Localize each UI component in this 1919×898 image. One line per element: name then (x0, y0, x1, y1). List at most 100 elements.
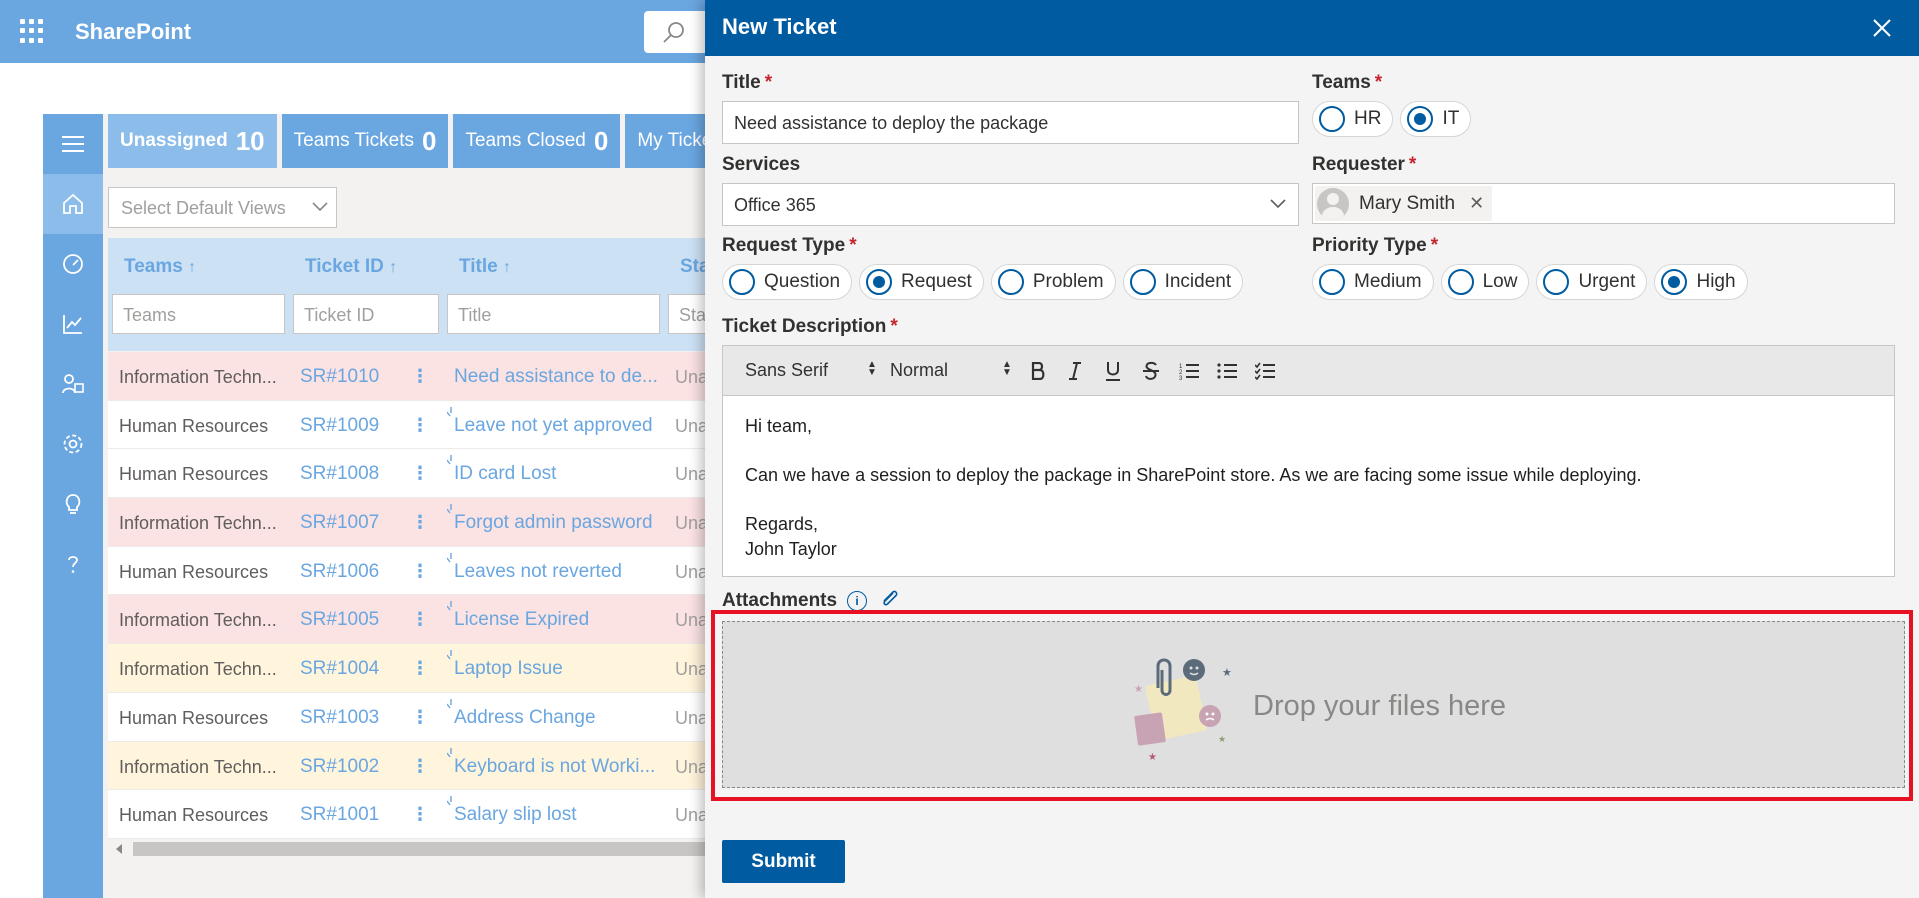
app-launcher-icon[interactable] (20, 19, 44, 43)
table-row[interactable]: Information Techn... SR#1005 ⋮ License Expi… (108, 595, 723, 645)
ticket-id-link[interactable]: SR#1007 (300, 512, 379, 534)
ticket-id-link[interactable]: SR#1009 (300, 415, 379, 437)
nav-ideas[interactable] (43, 474, 103, 534)
tab-unassigned[interactable]: Unassigned 10 (108, 114, 277, 168)
underline-button[interactable] (1099, 358, 1127, 384)
bold-button[interactable] (1024, 358, 1052, 384)
nav-reports[interactable] (43, 294, 103, 354)
table-row[interactable]: Human Resources SR#1006 ⋮ Leaves not revert… (108, 546, 723, 596)
priority-type-radio-group: Medium Low Urgent High (1312, 264, 1748, 300)
ticket-title-link[interactable]: Leave not yet approved (454, 415, 653, 437)
info-icon[interactable]: i (847, 591, 868, 611)
checklist-icon (1255, 362, 1275, 380)
ticket-title-link[interactable]: Keyboard is not Worki... (454, 756, 655, 778)
strikethrough-button[interactable] (1137, 358, 1165, 384)
ticket-title-link[interactable]: Forgot admin password (454, 512, 653, 534)
column-header-title[interactable]: Title ↑ (459, 256, 511, 278)
default-views-select[interactable]: Select Default Views (108, 187, 337, 228)
ticket-id-link[interactable]: SR#1008 (300, 463, 379, 485)
radio-incident[interactable]: Incident (1122, 264, 1244, 300)
table-row[interactable]: Human Resources SR#1003 ⋮ Address Change Una (108, 692, 723, 742)
ticket-id-link[interactable]: SR#1001 (300, 804, 379, 826)
table-row[interactable]: Human Resources SR#1008 ⋮ ID card Lost Una (108, 449, 723, 499)
more-options-icon[interactable]: ⋮ (411, 415, 429, 436)
ticket-id-link[interactable]: SR#1010 (300, 366, 379, 388)
close-button[interactable] (1866, 12, 1898, 44)
home-icon (63, 193, 83, 214)
filter-title-input[interactable]: Title (447, 294, 660, 334)
nav-settings[interactable] (43, 414, 103, 474)
tab-teams-closed[interactable]: Teams Closed 0 (453, 114, 621, 168)
font-family-select[interactable]: Sans Serif ▲ ▼ (745, 360, 877, 381)
tab-teams-tickets[interactable]: Teams Tickets 0 (281, 114, 449, 168)
italic-button[interactable] (1061, 358, 1089, 384)
column-header-ticket-id[interactable]: Ticket ID ↑ (305, 256, 397, 278)
ordered-list-button[interactable]: 123 (1175, 358, 1203, 384)
table-row[interactable]: Human Resources SR#1009 ⋮ Leave not yet app… (108, 400, 723, 450)
filter-ticket-id-input[interactable]: Ticket ID (293, 294, 439, 334)
ticket-id-link[interactable]: SR#1002 (300, 756, 379, 778)
radio-it[interactable]: IT (1400, 101, 1472, 137)
cell-status: Una (675, 610, 709, 631)
ticket-id-link[interactable]: SR#1004 (300, 658, 379, 680)
ticket-title-link[interactable]: Need assistance to de... (454, 366, 658, 388)
file-dropzone[interactable]: ★ ★ ★ ★ Drop your files here (722, 621, 1905, 788)
services-select[interactable]: Office 365 (722, 183, 1299, 226)
more-options-icon[interactable]: ⋮ (411, 609, 429, 630)
table-row[interactable]: Human Resources SR#1001 ⋮ Salary slip lost U… (108, 790, 723, 839)
title-input[interactable]: Need assistance to deploy the package (722, 101, 1299, 144)
more-options-icon[interactable]: ⋮ (411, 658, 429, 679)
column-header-teams[interactable]: Teams ↑ (124, 256, 196, 278)
radio-urgent[interactable]: Urgent (1536, 264, 1648, 300)
table-row[interactable]: Information Techn... SR#1007 ⋮ Forgot admin… (108, 498, 723, 547)
radio-low[interactable]: Low (1440, 264, 1530, 300)
table-row[interactable]: Information Techn... SR#1010 ⋮ Need assista… (108, 352, 723, 401)
scrollbar-thumb[interactable] (133, 842, 723, 856)
ticket-id-link[interactable]: SR#1006 (300, 561, 379, 583)
ticket-title-link[interactable]: ID card Lost (454, 463, 556, 485)
ticket-title-link[interactable]: Leaves not reverted (454, 561, 622, 583)
more-options-icon[interactable]: ⋮ (411, 366, 429, 387)
more-options-icon[interactable]: ⋮ (411, 561, 429, 582)
filter-teams-input[interactable]: Teams (112, 294, 285, 334)
checklist-button[interactable] (1251, 358, 1279, 384)
radio-hr[interactable]: HR (1312, 101, 1394, 137)
radio-request[interactable]: Request (859, 264, 984, 300)
brand-name[interactable]: SharePoint (75, 19, 191, 45)
radio-problem[interactable]: Problem (990, 264, 1116, 300)
nav-people[interactable] (43, 354, 103, 414)
description-textarea[interactable]: Hi team, Can we have a session to deploy … (745, 414, 1865, 561)
scroll-left-icon[interactable] (116, 844, 122, 854)
font-size-select[interactable]: Normal ▲ ▼ (890, 360, 1012, 381)
radio-question[interactable]: Question (722, 264, 853, 300)
table-row[interactable]: Information Techn... SR#1002 ⋮ Keyboard is … (108, 741, 723, 791)
horizontal-scrollbar[interactable] (108, 840, 723, 858)
more-options-icon[interactable]: ⋮ (411, 707, 429, 728)
radio-high[interactable]: High (1654, 264, 1748, 300)
nav-home[interactable] (43, 174, 103, 234)
nav-dashboard[interactable] (43, 234, 103, 294)
menu-button[interactable] (43, 114, 103, 174)
title-label: Title * (722, 72, 773, 93)
more-options-icon[interactable]: ⋮ (411, 756, 429, 777)
requester-people-picker[interactable]: Mary Smith ✕ (1312, 183, 1895, 224)
ticket-title-link[interactable]: License Expired (454, 609, 589, 631)
ticket-title-link[interactable]: Address Change (454, 707, 596, 729)
nav-help[interactable] (43, 534, 103, 594)
gauge-icon (63, 254, 83, 274)
ticket-title-link[interactable]: Salary slip lost (454, 804, 577, 826)
ticket-id-link[interactable]: SR#1005 (300, 609, 379, 631)
ticket-id-link[interactable]: SR#1003 (300, 707, 379, 729)
more-options-icon[interactable]: ⋮ (411, 804, 429, 825)
radio-medium[interactable]: Medium (1312, 264, 1434, 300)
ticket-title-link[interactable]: Laptop Issue (454, 658, 563, 680)
bullet-list-button[interactable] (1213, 358, 1241, 384)
table-row[interactable]: Information Techn... SR#1004 ⋮ Laptop Issue… (108, 644, 723, 693)
sort-arrow-icon: ↑ (503, 259, 511, 276)
more-options-icon[interactable]: ⋮ (411, 463, 429, 484)
cell-team: Human Resources (119, 707, 269, 728)
gear-icon (63, 434, 83, 454)
submit-button[interactable]: Submit (722, 840, 845, 883)
more-options-icon[interactable]: ⋮ (411, 512, 429, 533)
remove-person-icon[interactable]: ✕ (1469, 193, 1484, 214)
